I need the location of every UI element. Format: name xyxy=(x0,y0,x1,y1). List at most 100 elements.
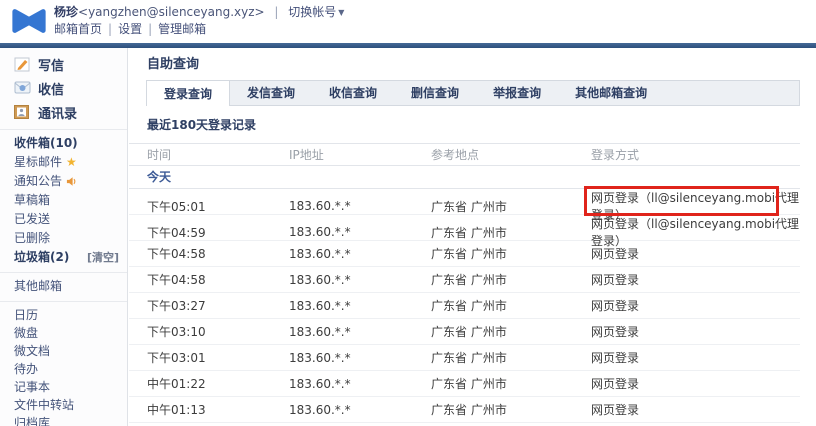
divider xyxy=(0,301,127,302)
method-cell: 网页登录 xyxy=(591,349,800,366)
sidebar-folder[interactable]: 收件箱(10) xyxy=(0,134,127,153)
ip-cell: 183.60.*.* xyxy=(289,403,431,417)
sidebar-folder[interactable]: 已发送 xyxy=(0,210,127,229)
separator: | xyxy=(108,22,112,36)
location-cell: 广东省 广州市 xyxy=(431,271,591,288)
separator: | xyxy=(274,5,278,19)
table-row[interactable]: 下午04:58183.60.*.*广东省 广州市网页登录 xyxy=(129,241,800,267)
sidebar-app-item[interactable]: 待办 xyxy=(0,360,127,378)
ip-cell: 183.60.*.* xyxy=(289,273,431,287)
time-cell: 下午04:59 xyxy=(147,224,289,241)
sidebar-action[interactable]: 通讯录 xyxy=(0,100,127,124)
time-cell: 中午01:22 xyxy=(147,375,289,392)
star-icon: ★ xyxy=(66,153,77,172)
header-link[interactable]: 邮箱首页 xyxy=(54,22,102,36)
method-cell: 网页登录 xyxy=(591,323,800,340)
tab[interactable]: 举报查询 xyxy=(476,81,558,105)
time-cell: 下午03:27 xyxy=(147,297,289,314)
column-header: 参考地点 xyxy=(431,146,591,163)
header-nav: 邮箱首页 | 设置 | 管理邮箱 xyxy=(54,21,344,38)
divider xyxy=(0,129,127,130)
tab[interactable]: 其他邮箱查询 xyxy=(558,81,664,105)
sidebar-app-item[interactable]: 日历 xyxy=(0,306,127,324)
sidebar-folder-label: 通知公告 xyxy=(14,172,62,191)
column-header: IP地址 xyxy=(289,146,431,163)
compose-icon xyxy=(14,57,31,72)
table-header-row: 时间IP地址参考地点登录方式 xyxy=(129,143,800,166)
method-cell: 网页登录 xyxy=(591,401,800,418)
header-link[interactable]: 设置 xyxy=(118,22,142,36)
separator: | xyxy=(148,22,152,36)
tab[interactable]: 删信查询 xyxy=(394,81,476,105)
table-row[interactable]: 中午01:13183.60.*.*广东省 广州市网页登录 xyxy=(129,397,800,423)
sidebar-app-item[interactable]: 归档库 xyxy=(0,414,127,426)
table-row[interactable]: 下午03:01183.60.*.*广东省 广州市网页登录 xyxy=(129,345,800,371)
sidebar-apps: 日历微盘微文档待办记事本文件中转站归档库 xyxy=(0,306,127,426)
time-cell: 下午04:58 xyxy=(147,245,289,262)
table-row[interactable]: 下午04:58183.60.*.*广东省 广州市网页登录 xyxy=(129,267,800,293)
sidebar-app-item[interactable]: 记事本 xyxy=(0,378,127,396)
location-cell: 广东省 广州市 xyxy=(431,198,591,215)
location-cell: 广东省 广州市 xyxy=(431,323,591,340)
sidebar-folder-label: 已删除 xyxy=(14,229,50,248)
table-row[interactable]: 下午03:10183.60.*.*广东省 广州市网页登录 xyxy=(129,319,800,345)
sidebar-action-label: 写信 xyxy=(38,55,64,74)
ip-cell: 183.60.*.* xyxy=(289,199,431,213)
page-title: 自助查询 xyxy=(129,48,816,80)
empty-trash-link[interactable]: [清空] xyxy=(87,248,119,267)
column-header: 登录方式 xyxy=(591,146,800,163)
chevron-down-icon[interactable]: ▼ xyxy=(338,4,344,21)
user-name: 杨珍 xyxy=(54,5,78,19)
inbox-mail-icon xyxy=(14,81,31,96)
mail-logo-icon[interactable] xyxy=(10,6,48,36)
user-email: <yangzhen@silenceyang.xyz> xyxy=(78,5,265,19)
location-cell: 广东省 广州市 xyxy=(431,297,591,314)
column-header: 时间 xyxy=(147,146,289,163)
sidebar-folder-label: 草稿箱 xyxy=(14,191,50,210)
sidebar-action-label: 通讯录 xyxy=(38,103,77,122)
location-cell: 广东省 广州市 xyxy=(431,224,591,241)
login-table-body: 下午05:01183.60.*.*广东省 广州市网页登录（ll@silencey… xyxy=(129,189,816,423)
tab[interactable]: 收信查询 xyxy=(312,81,394,105)
location-cell: 广东省 广州市 xyxy=(431,349,591,366)
table-row[interactable]: 下午04:59183.60.*.*广东省 广州市网页登录（ll@silencey… xyxy=(129,215,800,241)
time-cell: 下午03:10 xyxy=(147,323,289,340)
sidebar-folder[interactable]: 已删除 xyxy=(0,229,127,248)
time-cell: 中午01:13 xyxy=(147,401,289,418)
sidebar-folder-label: 星标邮件 xyxy=(14,153,62,172)
sidebar-folder[interactable]: 星标邮件★ xyxy=(0,153,127,172)
table-row[interactable]: 下午05:01183.60.*.*广东省 广州市网页登录（ll@silencey… xyxy=(129,189,800,215)
ip-cell: 183.60.*.* xyxy=(289,351,431,365)
tab[interactable]: 发信查询 xyxy=(230,81,312,105)
header: 杨珍<yangzhen@silenceyang.xyz> | 切换帐号▼ 邮箱首… xyxy=(0,0,816,43)
ip-cell: 183.60.*.* xyxy=(289,299,431,313)
sidebar-app-item[interactable]: 文件中转站 xyxy=(0,396,127,414)
ip-cell: 183.60.*.* xyxy=(289,247,431,261)
contacts-icon xyxy=(14,105,31,120)
sidebar-action[interactable]: 收信 xyxy=(0,76,127,100)
sidebar-app-item[interactable]: 微盘 xyxy=(0,324,127,342)
sidebar-folder[interactable]: 通知公告 xyxy=(0,172,127,191)
location-cell: 广东省 广州市 xyxy=(431,245,591,262)
webmail-page: 杨珍<yangzhen@silenceyang.xyz> | 切换帐号▼ 邮箱首… xyxy=(0,0,816,426)
table-group-label: 今天 xyxy=(129,166,800,189)
table-row[interactable]: 中午01:22183.60.*.*广东省 广州市网页登录 xyxy=(129,371,800,397)
method-cell: 网页登录 xyxy=(591,375,800,392)
tab[interactable]: 登录查询 xyxy=(146,80,230,106)
sidebar-folder[interactable]: 草稿箱 xyxy=(0,191,127,210)
section-title: 最近180天登录记录 xyxy=(129,106,816,143)
header-link[interactable]: 管理邮箱 xyxy=(158,22,206,36)
ip-cell: 183.60.*.* xyxy=(289,377,431,391)
sidebar-item-other-mailbox[interactable]: 其他邮箱 xyxy=(0,277,127,296)
switch-account-link[interactable]: 切换帐号 xyxy=(288,5,336,19)
main-content: 自助查询 登录查询发信查询收信查询删信查询举报查询其他邮箱查询 最近180天登录… xyxy=(129,48,816,426)
method-cell: 网页登录 xyxy=(591,297,800,314)
sidebar-app-item[interactable]: 微文档 xyxy=(0,342,127,360)
sidebar-action[interactable]: 写信 xyxy=(0,52,127,76)
header-text: 杨珍<yangzhen@silenceyang.xyz> | 切换帐号▼ 邮箱首… xyxy=(54,4,344,38)
sidebar-item-label: 其他邮箱 xyxy=(14,277,62,296)
sidebar-folder-label: 垃圾箱(2) xyxy=(14,248,69,267)
location-cell: 广东省 广州市 xyxy=(431,401,591,418)
sidebar-folder[interactable]: 垃圾箱(2) [清空] xyxy=(0,248,127,267)
table-row[interactable]: 下午03:27183.60.*.*广东省 广州市网页登录 xyxy=(129,293,800,319)
